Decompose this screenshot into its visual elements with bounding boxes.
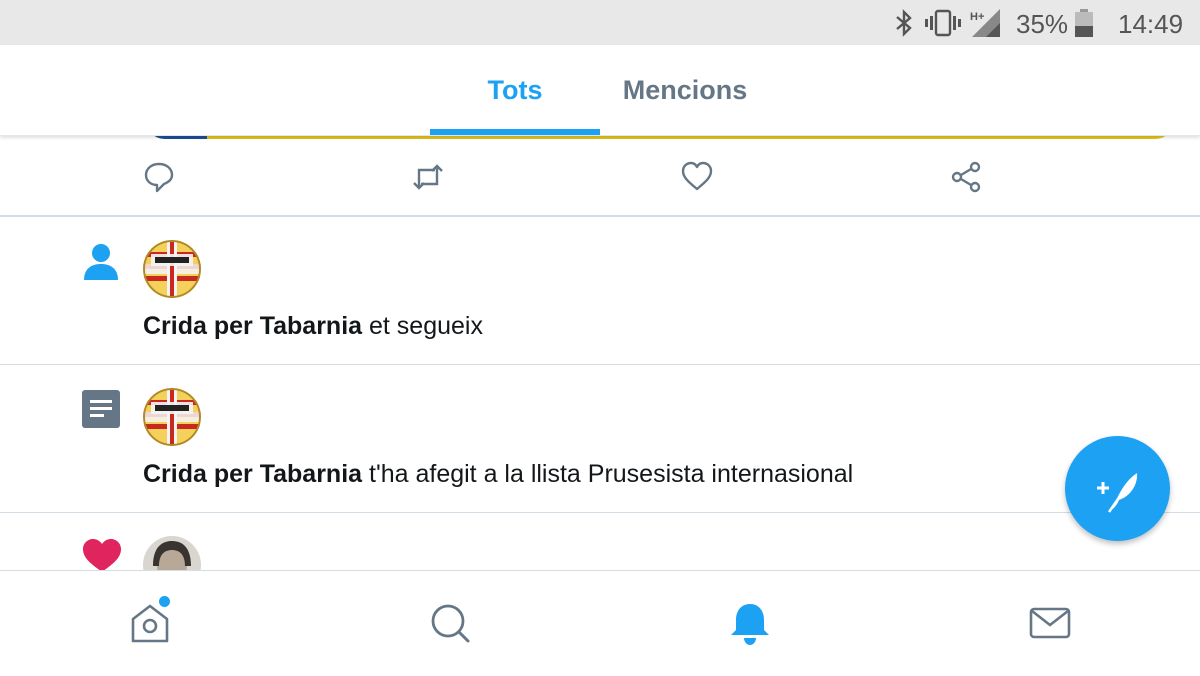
like-icon[interactable]: [680, 160, 714, 194]
compose-tweet-button[interactable]: [1065, 436, 1170, 541]
messages-icon[interactable]: [1028, 601, 1072, 645]
tab-mentions[interactable]: Mencions: [600, 45, 770, 135]
network-type: H+: [970, 11, 984, 23]
actor-name[interactable]: Crida per Tabarnia: [143, 460, 362, 488]
bluetooth-icon: [896, 9, 912, 37]
status-bar: H+ 35% 14:49: [0, 0, 1200, 45]
avatar[interactable]: [143, 240, 201, 298]
search-icon[interactable]: [428, 601, 472, 645]
notifications-tab-bar: Tots Mencions: [0, 45, 1200, 136]
notification-text: Crida per Tabarnia et segueix: [143, 312, 483, 341]
notification-action: et segueix: [362, 312, 483, 340]
home-icon[interactable]: [128, 601, 172, 645]
vibrate-icon: [925, 9, 961, 37]
home-unread-dot: [159, 596, 170, 607]
notification-follow[interactable]: Crida per Tabarnia et segueix: [0, 217, 1200, 365]
heart-icon: [83, 539, 121, 572]
notification-action: t'ha afegit a la llista Prusesista inter…: [362, 460, 854, 488]
list-icon: [82, 390, 120, 428]
compose-tweet-icon: [1097, 473, 1138, 513]
bottom-navigation: [0, 570, 1200, 676]
active-tab-indicator: [430, 129, 600, 135]
tab-all[interactable]: Tots: [430, 45, 600, 135]
reply-icon[interactable]: [142, 160, 176, 194]
notification-list-add[interactable]: Crida per Tabarnia t'ha afegit a la llis…: [0, 365, 1200, 513]
retweet-icon[interactable]: [411, 160, 445, 194]
battery-percent: 35%: [1016, 9, 1069, 39]
notifications-bell-icon[interactable]: [728, 601, 772, 645]
avatar[interactable]: [143, 388, 201, 446]
person-icon: [84, 244, 118, 280]
signal-h-plus-icon: H+: [970, 9, 1000, 37]
share-icon[interactable]: [949, 160, 983, 194]
notification-like[interactable]: [0, 513, 1200, 594]
clock: 14:49: [1118, 9, 1184, 39]
actor-name[interactable]: Crida per Tabarnia: [143, 312, 362, 340]
notification-text: Crida per Tabarnia t'ha afegit a la llis…: [143, 460, 853, 489]
tweet-action-row: [0, 140, 1200, 217]
battery-icon: [1075, 9, 1093, 37]
